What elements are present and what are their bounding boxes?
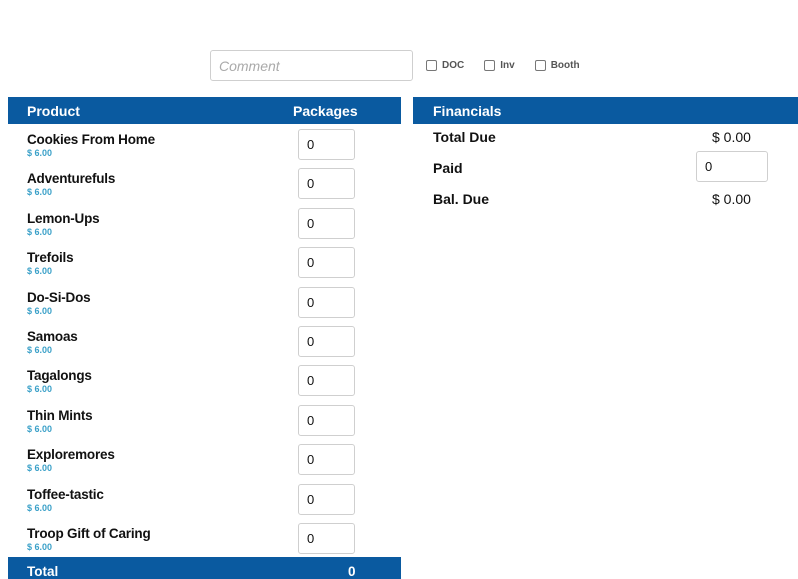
- checkbox-icon[interactable]: [426, 60, 437, 71]
- product-row: Exploremores $ 6.00: [8, 441, 401, 480]
- product-name: Exploremores: [27, 447, 115, 463]
- product-row: Toffee-tastic $ 6.00: [8, 481, 401, 520]
- product-price: $ 6.00: [27, 541, 53, 552]
- checkbox-icon[interactable]: [534, 60, 546, 71]
- packages-input[interactable]: [298, 444, 355, 476]
- product-price: $ 6.00: [27, 423, 53, 434]
- product-price: $ 6.00: [27, 384, 53, 395]
- product-name: Troop Gift of Caring: [27, 525, 151, 541]
- product-name: Samoas: [27, 328, 78, 344]
- product-price: $ 6.00: [27, 344, 53, 355]
- bal-due-label: Bal. Due: [433, 191, 490, 207]
- product-row: Trefoils $ 6.00: [8, 244, 401, 283]
- product-name: Thin Mints: [27, 407, 93, 423]
- product-price: $ 6.00: [27, 148, 53, 158]
- packages-input[interactable]: [298, 168, 355, 200]
- product-list: Cookies From Home $ 6.00 Adventurefuls $…: [8, 126, 401, 559]
- packages-input[interactable]: [298, 522, 355, 554]
- product-name: Tagalongs: [27, 368, 92, 384]
- product-name: Do-Si-Dos: [27, 289, 91, 305]
- comment-input[interactable]: [210, 50, 413, 81]
- doc-label: DOC: [442, 60, 465, 71]
- bal-due-value: $ 0.00: [712, 191, 751, 207]
- product-row: Samoas $ 6.00: [8, 323, 401, 362]
- financials-title: Financials: [433, 103, 502, 119]
- product-name: Lemon-Ups: [27, 210, 100, 226]
- packages-input[interactable]: [298, 325, 355, 357]
- total-due-label: Total Due: [433, 129, 496, 145]
- packages-input[interactable]: [298, 129, 355, 160]
- product-price: $ 6.00: [27, 187, 53, 198]
- product-column-header: Product: [27, 103, 80, 119]
- product-price: $ 6.00: [27, 305, 53, 316]
- product-row: Do-Si-Dos $ 6.00: [8, 284, 401, 323]
- packages-input[interactable]: [298, 404, 355, 436]
- packages-input[interactable]: [298, 207, 355, 239]
- packages-input[interactable]: [298, 286, 355, 318]
- product-name: Adventurefuls: [27, 171, 116, 187]
- product-row: Lemon-Ups $ 6.00: [8, 205, 401, 244]
- checkbox-icon[interactable]: [484, 60, 496, 71]
- product-row: Troop Gift of Caring $ 6.00: [8, 520, 401, 559]
- product-price: $ 6.00: [27, 463, 53, 474]
- packages-input[interactable]: [298, 483, 355, 515]
- inv-checkbox[interactable]: Inv: [484, 60, 515, 71]
- order-flags: DOC Inv Booth: [426, 60, 600, 71]
- product-name: Toffee-tastic: [27, 486, 104, 502]
- doc-checkbox[interactable]: DOC: [426, 60, 464, 71]
- product-price: $ 6.00: [27, 502, 53, 513]
- packages-input[interactable]: [298, 247, 355, 279]
- product-name: Trefoils: [27, 250, 74, 266]
- paid-input[interactable]: [696, 151, 768, 182]
- product-row: Adventurefuls $ 6.00: [8, 165, 401, 204]
- products-header: Product Packages: [8, 97, 401, 124]
- product-price: $ 6.00: [27, 266, 53, 277]
- packages-column-header: Packages: [293, 103, 358, 119]
- booth-checkbox[interactable]: Booth: [534, 60, 580, 71]
- product-row: Thin Mints $ 6.00: [8, 402, 401, 441]
- packages-input[interactable]: [298, 365, 355, 397]
- product-name: Cookies From Home: [27, 132, 155, 147]
- product-price: $ 6.00: [27, 226, 53, 237]
- booth-label: Booth: [550, 60, 580, 71]
- total-row: Total 0: [8, 557, 401, 579]
- product-row: Tagalongs $ 6.00: [8, 362, 401, 401]
- total-due-value: $ 0.00: [712, 129, 751, 145]
- product-row: Cookies From Home $ 6.00: [8, 126, 401, 165]
- paid-label: Paid: [433, 160, 463, 176]
- financials-header: Financials: [413, 97, 798, 124]
- inv-label: Inv: [500, 60, 515, 71]
